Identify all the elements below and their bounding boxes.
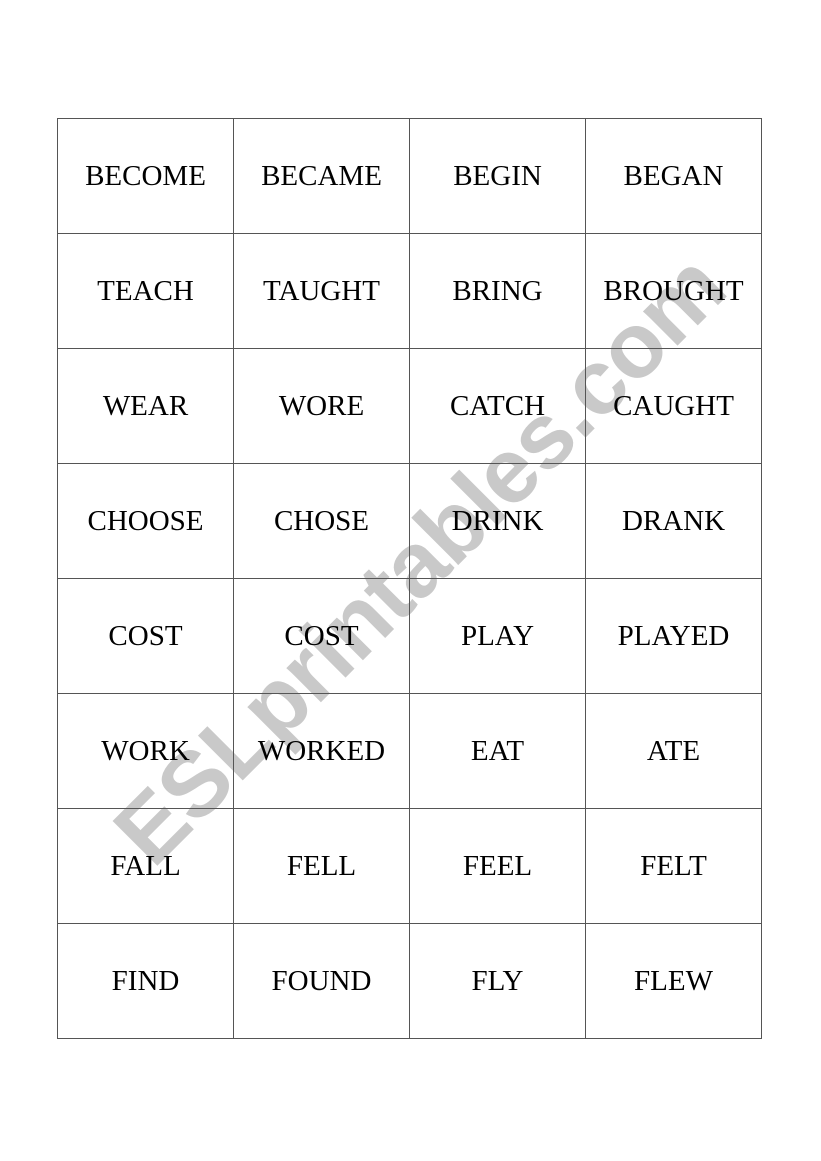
word-card: FEEL <box>409 808 586 924</box>
word-card: FELT <box>585 808 762 924</box>
table-row: WEAR WORE CATCH CAUGHT <box>57 348 762 464</box>
word-card: FIND <box>57 923 234 1039</box>
word-card: CHOOSE <box>57 463 234 579</box>
word-card: BECOME <box>57 118 234 234</box>
word-card: FLY <box>409 923 586 1039</box>
word-card: FELL <box>233 808 410 924</box>
word-card: EAT <box>409 693 586 809</box>
table-row: WORK WORKED EAT ATE <box>57 693 762 809</box>
word-card: CATCH <box>409 348 586 464</box>
word-card: DRINK <box>409 463 586 579</box>
word-card: FALL <box>57 808 234 924</box>
word-card: WORK <box>57 693 234 809</box>
table-row: FALL FELL FEEL FELT <box>57 808 762 924</box>
word-card: COST <box>233 578 410 694</box>
table-row: TEACH TAUGHT BRING BROUGHT <box>57 233 762 349</box>
word-card: WEAR <box>57 348 234 464</box>
word-card: COST <box>57 578 234 694</box>
word-card: BECAME <box>233 118 410 234</box>
table-row: FIND FOUND FLY FLEW <box>57 923 762 1039</box>
word-card: FLEW <box>585 923 762 1039</box>
word-card: FOUND <box>233 923 410 1039</box>
word-card: CHOSE <box>233 463 410 579</box>
word-card: ATE <box>585 693 762 809</box>
word-card: DRANK <box>585 463 762 579</box>
word-card: PLAYED <box>585 578 762 694</box>
table-row: CHOOSE CHOSE DRINK DRANK <box>57 463 762 579</box>
word-card: BRING <box>409 233 586 349</box>
word-card: CAUGHT <box>585 348 762 464</box>
table-row: BECOME BECAME BEGIN BEGAN <box>57 118 762 234</box>
word-card: TEACH <box>57 233 234 349</box>
word-card-table: BECOME BECAME BEGIN BEGAN TEACH TAUGHT BRING BR… <box>57 118 762 1039</box>
word-card: TAUGHT <box>233 233 410 349</box>
word-card: WORKED <box>233 693 410 809</box>
word-card: WORE <box>233 348 410 464</box>
word-card: BEGAN <box>585 118 762 234</box>
word-card: BROUGHT <box>585 233 762 349</box>
table-row: COST COST PLAY PLAYED <box>57 578 762 694</box>
word-card: BEGIN <box>409 118 586 234</box>
word-card: PLAY <box>409 578 586 694</box>
